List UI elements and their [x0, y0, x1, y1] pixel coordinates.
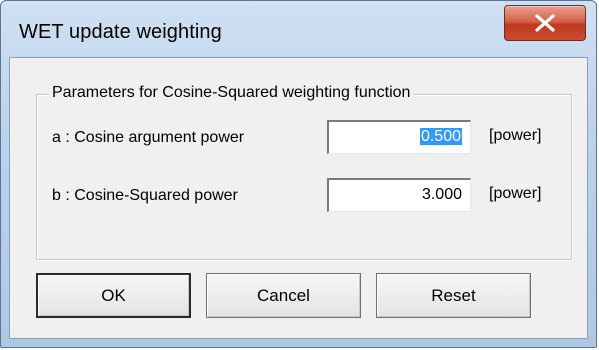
close-x-icon — [535, 14, 555, 32]
window-title: WET update weighting — [19, 21, 222, 43]
cosine-squared-power-label: b : Cosine-Squared power — [52, 187, 238, 204]
dialog-client-area: Parameters for Cosine-Squared weighting … — [9, 57, 588, 339]
cosine-squared-power-input[interactable]: 3.000 — [327, 178, 471, 212]
dialog-window: WET update weighting Parameters for Cosi… — [0, 0, 597, 348]
field-value-text: 3.000 — [421, 186, 462, 203]
reset-button[interactable]: Reset — [376, 273, 531, 318]
cancel-button[interactable]: Cancel — [206, 273, 361, 318]
cosine-argument-power-label: a : Cosine argument power — [52, 129, 245, 146]
groupbox-legend: Parameters for Cosine-Squared weighting … — [49, 84, 414, 102]
parameters-groupbox: Parameters for Cosine-Squared weighting … — [36, 84, 572, 260]
selected-value-text: 0.500 — [419, 128, 462, 145]
cosine-squared-power-unit: [power] — [489, 185, 542, 202]
cosine-argument-power-input[interactable]: 0.500 — [327, 120, 471, 154]
title-bar[interactable]: WET update weighting — [1, 1, 596, 57]
close-button[interactable] — [504, 5, 586, 41]
cosine-argument-power-unit: [power] — [489, 127, 542, 144]
ok-button[interactable]: OK — [36, 273, 191, 318]
